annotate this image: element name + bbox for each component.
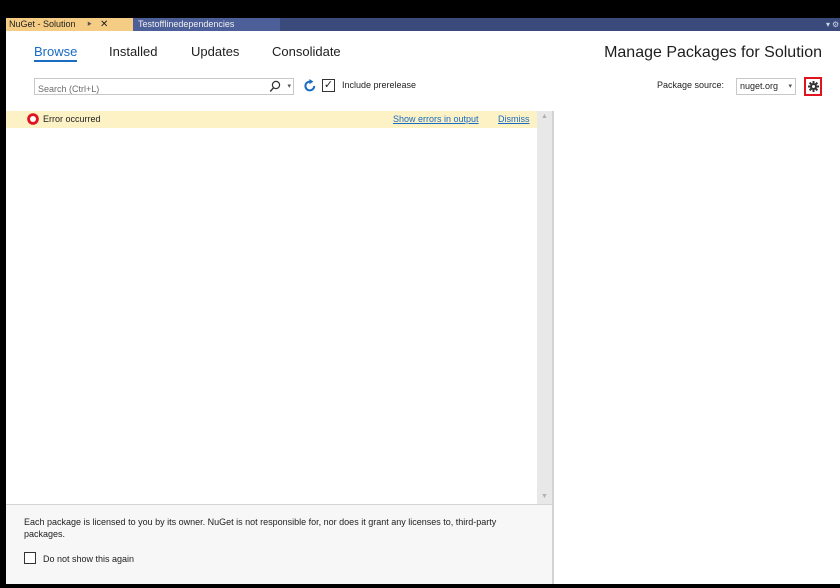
search-options-dropdown-icon[interactable]: ▾: [287, 82, 291, 90]
do-not-show-label: Do not show this again: [43, 554, 135, 564]
search-box: ▾: [34, 78, 294, 97]
show-errors-link[interactable]: Show errors in output: [393, 114, 479, 124]
chevron-down-icon: ▾: [788, 83, 792, 90]
tab-consolidate[interactable]: Consolidate: [272, 44, 341, 59]
search-icon[interactable]: [269, 80, 281, 93]
error-icon: [27, 113, 39, 125]
refresh-icon[interactable]: [303, 79, 317, 93]
pane-splitter[interactable]: [552, 111, 554, 584]
gear-icon: [807, 81, 819, 92]
package-source-label: Package source:: [657, 80, 725, 90]
tab-settings-icon[interactable]: ⚙: [832, 18, 840, 31]
error-message: Error occurred: [43, 114, 101, 124]
do-not-show-checkbox[interactable]: [24, 552, 36, 564]
package-list-scrollbar[interactable]: [537, 111, 552, 504]
tab-browse[interactable]: Browse: [34, 44, 78, 62]
scroll-up-icon[interactable]: ▲: [537, 113, 552, 120]
tab-nuget-solution[interactable]: NuGet - Solution ⯈ ✕: [6, 18, 133, 31]
package-source-value: nuget.org: [740, 81, 779, 91]
search-input[interactable]: [35, 81, 258, 97]
settings-button[interactable]: [804, 77, 822, 96]
tab-label: Testofflinedependencies: [138, 19, 235, 29]
tab-label: NuGet - Solution: [9, 19, 76, 29]
close-icon[interactable]: ✕: [100, 18, 108, 31]
dismiss-link[interactable]: Dismiss: [498, 114, 530, 124]
page-title: Manage Packages for Solution: [604, 44, 822, 61]
include-prerelease-checkbox[interactable]: ✓: [322, 79, 335, 92]
tab-installed[interactable]: Installed: [109, 44, 157, 59]
package-source-select[interactable]: nuget.org ▾: [736, 78, 796, 95]
scroll-down-icon[interactable]: ▼: [537, 493, 552, 500]
license-text: Each package is licensed to you by its o…: [24, 517, 497, 539]
nuget-window: [6, 18, 840, 584]
tab-updates[interactable]: Updates: [191, 44, 239, 59]
include-prerelease-label: Include prerelease: [342, 80, 417, 90]
document-tab-strip: NuGet - Solution ⯈ ✕ Testofflinedependen…: [6, 18, 840, 31]
pin-icon[interactable]: ⯈: [86, 18, 92, 31]
tab-testofflinedependencies[interactable]: Testofflinedependencies: [133, 18, 280, 31]
tab-overflow-dropdown-icon[interactable]: ▾: [826, 18, 830, 31]
